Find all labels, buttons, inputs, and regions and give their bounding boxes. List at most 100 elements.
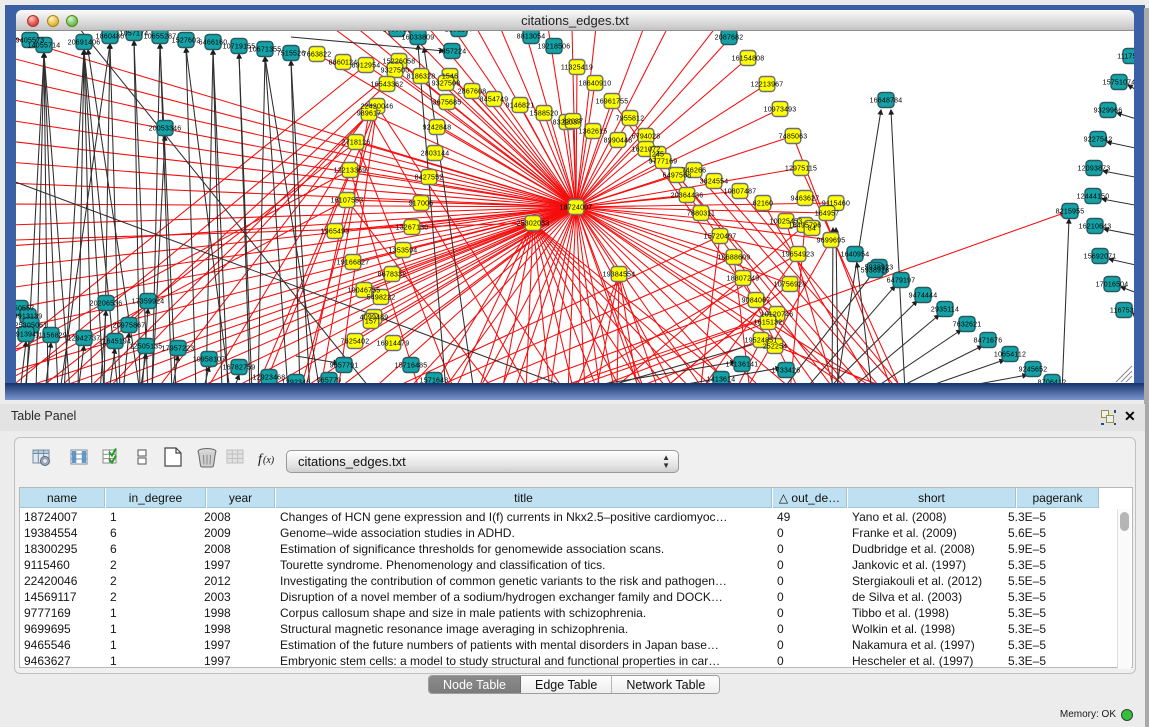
svg-text:16914479: 16914479 xyxy=(377,340,410,347)
svg-text:9474444: 9474444 xyxy=(909,292,938,299)
svg-text:8454749: 8454749 xyxy=(480,96,509,103)
svg-text:2867608: 2867608 xyxy=(458,88,487,95)
svg-text:12093873: 12093873 xyxy=(1078,165,1111,172)
svg-text:12505135: 12505135 xyxy=(130,343,163,350)
svg-text:1117533: 1117533 xyxy=(1117,53,1134,60)
svg-text:9699695: 9699695 xyxy=(817,237,846,244)
svg-text:1167533: 1167533 xyxy=(1110,307,1134,314)
svg-text:82037: 82037 xyxy=(563,118,583,125)
svg-text:20053346: 20053346 xyxy=(149,125,182,132)
svg-text:15226058: 15226058 xyxy=(383,58,416,65)
svg-text:10654112: 10654112 xyxy=(994,351,1026,358)
svg-text:16543362: 16543362 xyxy=(371,81,404,88)
svg-text:20975867: 20975867 xyxy=(113,322,146,329)
svg-text:7357224: 7357224 xyxy=(438,48,467,55)
svg-text:9242848: 9242848 xyxy=(423,124,452,131)
svg-text:16782759: 16782759 xyxy=(223,364,256,371)
svg-text:1588520: 1588520 xyxy=(530,110,559,117)
svg-text:8678332: 8678332 xyxy=(378,271,407,278)
svg-text:16648784: 16648784 xyxy=(870,97,903,104)
svg-text:1640954: 1640954 xyxy=(841,251,870,258)
svg-text:7663822: 7663822 xyxy=(303,51,332,58)
svg-text:1546: 1546 xyxy=(442,73,458,80)
svg-text:15716485: 15716485 xyxy=(395,362,428,369)
svg-text:989617: 989617 xyxy=(357,110,382,117)
svg-text:1686710: 1686710 xyxy=(383,31,412,33)
svg-text:9084067: 9084067 xyxy=(742,297,771,304)
svg-text:12975115: 12975115 xyxy=(785,165,817,172)
svg-text:18640910: 18640910 xyxy=(579,80,612,87)
svg-text:17359924: 17359924 xyxy=(132,298,165,305)
svg-text:17016504: 17016504 xyxy=(1096,281,1129,288)
svg-text:6479197: 6479197 xyxy=(887,277,916,284)
svg-text:9657791: 9657791 xyxy=(330,362,359,369)
svg-text:15692071: 15692071 xyxy=(1084,253,1117,260)
svg-text:9327500: 9327500 xyxy=(381,67,410,74)
svg-text:6794028: 6794028 xyxy=(632,133,661,140)
svg-text:15720407: 15720407 xyxy=(704,233,737,240)
svg-text:1615132: 1615132 xyxy=(754,319,783,326)
svg-text:9463627: 9463627 xyxy=(791,195,820,202)
svg-text:252254: 252254 xyxy=(763,343,788,350)
svg-text:9146821: 9146821 xyxy=(506,102,535,109)
svg-text:7955812: 7955812 xyxy=(616,115,645,122)
svg-text:20206536: 20206536 xyxy=(90,300,123,307)
svg-text:8912954: 8912954 xyxy=(352,62,381,69)
svg-text:8215955: 8215955 xyxy=(1056,208,1085,215)
svg-text:917006: 917006 xyxy=(409,200,434,207)
svg-text:8471676: 8471676 xyxy=(974,337,1003,344)
svg-text:10958107: 10958107 xyxy=(193,356,226,363)
svg-text:(x): (x) xyxy=(263,455,275,466)
svg-text:157: 157 xyxy=(365,318,377,325)
svg-text:84: 84 xyxy=(808,225,816,232)
svg-text:10688609: 10688609 xyxy=(718,254,751,261)
svg-text:19654923: 19654923 xyxy=(782,251,815,258)
svg-text:3675685: 3675685 xyxy=(433,99,462,106)
svg-text:62160: 62160 xyxy=(753,200,773,207)
svg-text:7485063: 7485063 xyxy=(779,133,808,140)
svg-text:9777169: 9777169 xyxy=(649,158,678,165)
svg-text:25305061: 25305061 xyxy=(16,322,47,329)
svg-text:3913139: 3913139 xyxy=(16,313,42,320)
svg-text:10807487: 10807487 xyxy=(724,188,757,195)
svg-text:16210643: 16210643 xyxy=(1079,223,1112,230)
svg-text:16154808: 16154808 xyxy=(732,55,765,62)
svg-text:11645194: 11645194 xyxy=(99,338,131,345)
svg-text:12444150: 12444150 xyxy=(1077,193,1110,200)
svg-text:1527602: 1527602 xyxy=(172,37,201,44)
svg-text:9115460: 9115460 xyxy=(822,200,850,207)
svg-text:8186328: 8186328 xyxy=(407,73,436,80)
svg-text:15751074: 15751074 xyxy=(1103,79,1134,86)
svg-text:2803144: 2803144 xyxy=(421,150,450,157)
svg-text:1965493: 1965493 xyxy=(321,228,350,235)
svg-text:18724007: 18724007 xyxy=(560,204,593,211)
svg-text:7632621: 7632621 xyxy=(953,321,982,328)
svg-text:5938928: 5938928 xyxy=(861,267,890,274)
svg-text:1353594: 1353594 xyxy=(389,247,418,254)
svg-text:9245652: 9245652 xyxy=(1019,366,1048,373)
svg-text:164957: 164957 xyxy=(815,210,840,217)
svg-text:7515526: 7515526 xyxy=(277,50,306,57)
svg-text:25302033: 25302033 xyxy=(517,220,550,227)
svg-text:9329966: 9329966 xyxy=(1094,107,1123,114)
svg-text:8427552: 8427552 xyxy=(415,174,444,181)
svg-text:20691406: 20691406 xyxy=(68,39,101,46)
svg-text:9850557: 9850557 xyxy=(16,305,34,312)
svg-text:18807249: 18807249 xyxy=(727,275,760,282)
svg-text:10973493: 10973493 xyxy=(764,106,797,113)
svg-text:17957223: 17957223 xyxy=(162,345,195,352)
svg-text:2935114: 2935114 xyxy=(931,306,959,313)
svg-text:1291257: 1291257 xyxy=(445,31,474,33)
svg-text:16107553: 16107553 xyxy=(331,197,364,204)
svg-text:19218506: 19218506 xyxy=(538,43,571,50)
svg-text:19384554: 19384554 xyxy=(603,271,636,278)
svg-text:11156829: 11156829 xyxy=(35,332,67,339)
svg-text:16033809: 16033809 xyxy=(402,34,435,41)
svg-text:14055714: 14055714 xyxy=(28,42,61,49)
svg-text:22420046: 22420046 xyxy=(361,103,394,110)
svg-text:8990448: 8990448 xyxy=(604,137,633,144)
svg-text:19166827: 19166827 xyxy=(337,259,370,266)
svg-text:5498222: 5498222 xyxy=(367,294,396,301)
svg-text:10756928: 10756928 xyxy=(774,281,807,288)
svg-text:8813054: 8813054 xyxy=(517,33,546,40)
